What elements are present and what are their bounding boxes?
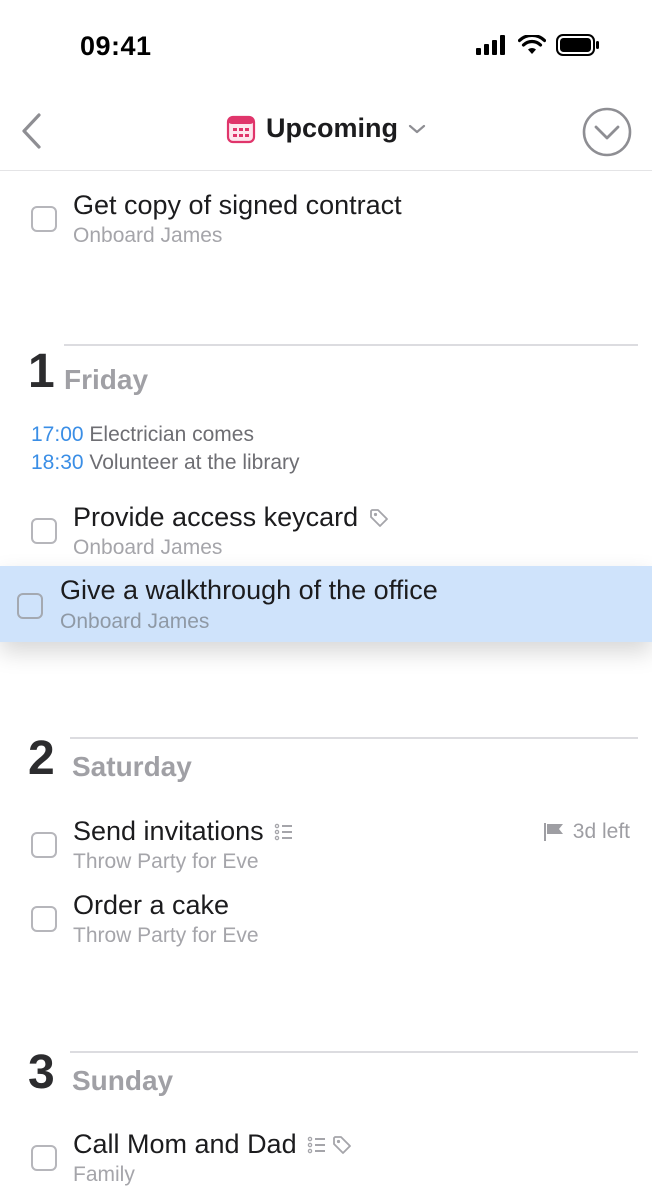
task-row[interactable]: Call Mom and Dad Family — [0, 1111, 652, 1186]
task-row[interactable]: Provide access keycard Onboard James — [0, 484, 652, 559]
back-button[interactable] — [14, 111, 50, 151]
circle-chevron-down-icon — [582, 107, 632, 157]
task-checkbox[interactable] — [31, 518, 57, 544]
tag-icon — [332, 1135, 351, 1154]
deadline-text: 3d left — [572, 820, 630, 843]
checklist-icon — [274, 823, 292, 840]
chevron-down-icon — [408, 124, 426, 133]
task-title: Send invitations — [73, 816, 294, 847]
task-title: Provide access keycard — [73, 502, 390, 533]
day-name: Saturday — [72, 751, 192, 782]
task-title: Get copy of signed contract — [73, 190, 402, 220]
event-time: 18:30 — [31, 451, 84, 474]
chevron-left-icon — [22, 113, 41, 149]
day-header-saturday: 2 Saturday — [0, 731, 652, 791]
task-project: Family — [73, 1163, 135, 1186]
task-project: Onboard James — [73, 536, 223, 559]
day-header-friday: 1 Friday — [0, 344, 652, 404]
task-title: Give a walkthrough of the office — [60, 575, 438, 605]
day-divider — [70, 737, 638, 739]
day-name: Sunday — [72, 1065, 174, 1096]
flag-icon — [543, 823, 563, 841]
day-divider — [70, 1051, 638, 1053]
calendar-event[interactable]: 18:30 Volunteer at the library — [31, 451, 300, 475]
task-checkbox[interactable] — [31, 1145, 57, 1171]
status-icons — [476, 34, 600, 56]
task-project: Throw Party for Eve — [73, 850, 259, 873]
task-checkbox[interactable] — [31, 206, 57, 232]
day-divider — [64, 344, 638, 346]
day-number: 3 — [28, 1046, 55, 1099]
battery-icon — [556, 34, 599, 56]
task-project: Onboard James — [60, 610, 210, 633]
status-time: 09:41 — [80, 31, 152, 61]
dragging-task-row[interactable]: Give a walkthrough of the office Onboard… — [0, 566, 652, 642]
task-row[interactable]: Send invitations Throw Party for Eve 3d … — [0, 798, 652, 873]
day-number: 2 — [28, 732, 55, 785]
task-row[interactable]: Order a cake Throw Party for Eve — [0, 872, 652, 947]
cellular-signal-icon — [476, 35, 505, 55]
page-title: Upcoming — [266, 113, 398, 143]
task-project: Throw Party for Eve — [73, 924, 259, 947]
event-time: 17:00 — [31, 423, 84, 446]
calendar-icon — [226, 115, 256, 143]
task-checkbox[interactable] — [31, 906, 57, 932]
task-checkbox[interactable] — [17, 593, 43, 619]
task-row[interactable]: Get copy of signed contract Onboard Jame… — [0, 172, 652, 247]
task-project: Onboard James — [73, 224, 223, 247]
task-title: Order a cake — [73, 890, 230, 920]
nav-bar: Upcoming — [0, 95, 652, 171]
day-number: 1 — [28, 345, 55, 398]
day-name: Friday — [64, 364, 149, 395]
deadline-badge: 3d left — [543, 820, 630, 844]
day-header-sunday: 3 Sunday — [0, 1045, 652, 1105]
tag-icon — [370, 508, 389, 527]
calendar-event[interactable]: 17:00 Electrician comes — [31, 423, 254, 447]
event-title: Electrician comes — [89, 423, 254, 446]
list-selector[interactable]: Upcoming — [226, 113, 426, 144]
status-bar: 09:41 — [0, 0, 652, 95]
task-title: Call Mom and Dad — [73, 1129, 353, 1160]
wifi-icon — [518, 35, 546, 54]
more-options-button[interactable] — [582, 107, 632, 157]
task-checkbox[interactable] — [31, 832, 57, 858]
checklist-icon — [307, 1136, 325, 1153]
event-title: Volunteer at the library — [89, 451, 300, 474]
